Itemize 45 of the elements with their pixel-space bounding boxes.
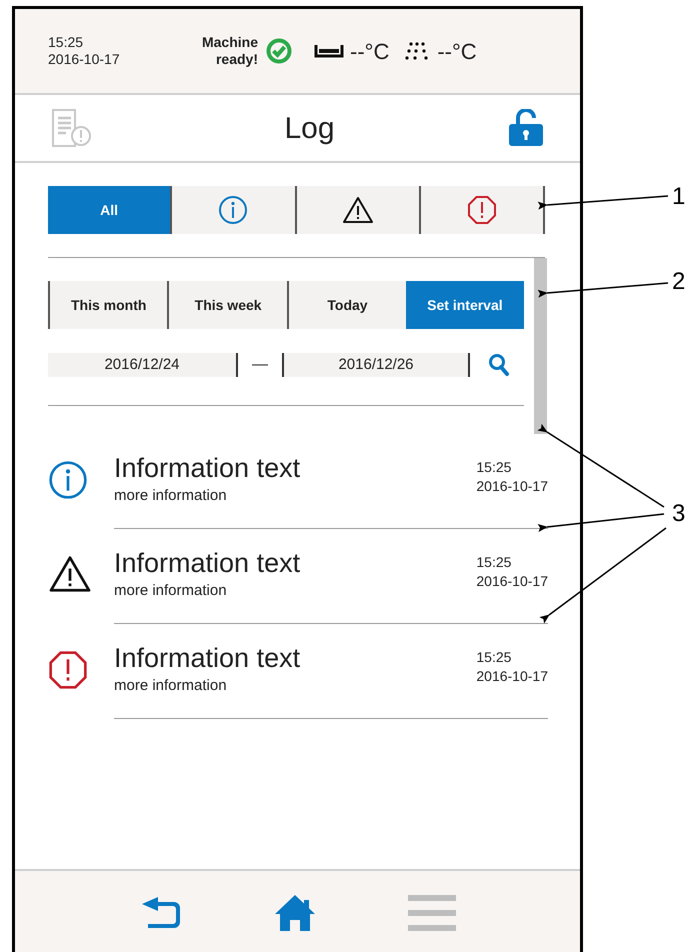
entry-detail: more information [114,486,228,506]
info-icon [218,195,248,225]
callout-number: 1 [672,183,686,211]
screen-title: Log [284,110,335,146]
entry-title: Information text [114,452,300,484]
end-date-field[interactable]: 2016/12/26 [282,353,470,377]
entry-date: 2016-10-17 [476,572,548,591]
scrollbar[interactable] [534,258,547,434]
period-tab[interactable]: This week [167,281,287,329]
temperature-reading: --°C [437,38,477,66]
entry-time: 15:25 [476,648,512,667]
status-time: 15:25 [48,34,84,51]
entry-time: 15:25 [476,553,512,572]
entry-detail: more information [114,581,228,601]
bath-icon [314,44,344,58]
temperature-reading: --°C [350,38,390,66]
callout-number: 2 [672,268,686,296]
warning-filter-tab[interactable] [294,186,419,234]
warning-icon [48,555,92,593]
status-date: 2016-10-17 [48,51,121,68]
start-date-field[interactable]: 2016/12/24 [48,353,238,377]
period-tab[interactable]: Today [286,281,406,329]
entry-date: 2016-10-17 [476,667,548,686]
entry-title: Information text [114,547,300,579]
entry-time: 15:25 [476,458,512,477]
error-filter-tab[interactable] [418,186,545,234]
warning-icon [342,196,374,224]
entry-date: 2016-10-17 [476,477,548,496]
all-filter-tab[interactable]: All [48,186,170,234]
error-icon [466,195,497,225]
error-icon [48,650,88,690]
entry-title: Information text [114,642,300,674]
home-icon[interactable] [274,894,316,932]
date-separator: — [251,355,269,375]
back-arrow-icon[interactable] [140,896,182,930]
padlock-icon[interactable] [508,109,544,147]
callout-number: 3 [672,500,686,528]
info-icon [48,460,88,500]
search-icon[interactable] [488,353,510,377]
machine-status: Machine ready! [200,34,258,68]
entry-detail: more information [114,676,228,696]
period-tab[interactable]: Set interval [406,281,524,329]
period-tab[interactable]: This month [48,281,168,329]
info-filter-tab[interactable] [170,186,294,234]
check-icon [266,38,292,64]
